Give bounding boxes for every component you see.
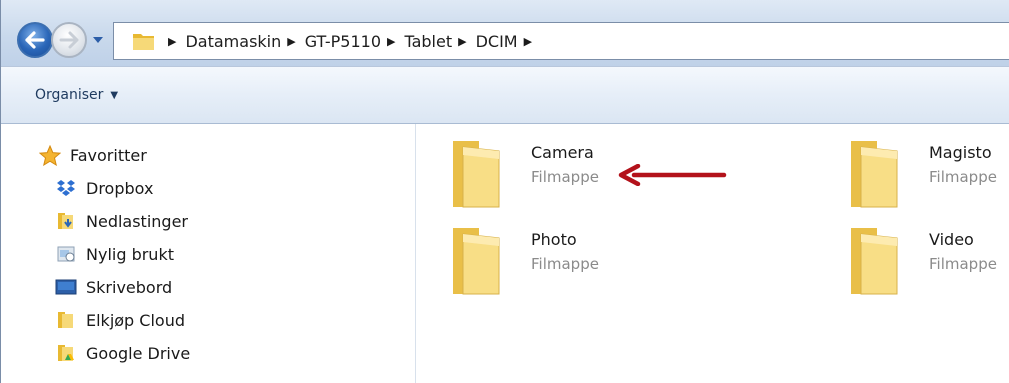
- breadcrumb-datamaskin[interactable]: Datamaskin: [185, 32, 281, 51]
- folder-icon: [55, 309, 77, 331]
- breadcrumb-separator-icon[interactable]: ▶: [458, 35, 466, 48]
- folder-icon: [851, 228, 898, 295]
- folder-name: Photo: [531, 230, 577, 249]
- folder-type: Filmappe: [531, 168, 599, 186]
- dropbox-icon: [55, 177, 77, 199]
- back-arrow-icon: [25, 31, 45, 49]
- nav-item-label: Nylig brukt: [86, 244, 174, 264]
- explorer-window: ▶ Datamaskin ▶ GT-P5110 ▶ Tablet ▶ DCIM …: [0, 0, 1009, 383]
- folder-icon: [453, 228, 500, 295]
- folder-tile-magisto[interactable]: Magisto Filmappe: [849, 137, 1009, 212]
- back-button[interactable]: [17, 22, 53, 58]
- breadcrumb-separator-icon[interactable]: ▶: [287, 35, 295, 48]
- organise-label: Organiser: [35, 87, 104, 103]
- breadcrumb-separator-icon[interactable]: ▶: [524, 35, 532, 48]
- folder-type: Filmappe: [929, 255, 997, 273]
- nav-item-dropbox[interactable]: Dropbox: [55, 177, 153, 199]
- folder-icon: [851, 141, 898, 208]
- nav-item-label: Nedlastinger: [86, 211, 188, 231]
- folder-tile-photo[interactable]: Photo Filmappe: [451, 224, 661, 299]
- breadcrumb-separator-icon[interactable]: ▶: [168, 35, 176, 48]
- nav-item-google-drive[interactable]: Google Drive: [55, 342, 190, 364]
- folder-name: Magisto: [929, 143, 992, 162]
- recent-pages-dropdown-icon[interactable]: [92, 36, 104, 44]
- folder-tile-video[interactable]: Video Filmappe: [849, 224, 1009, 299]
- navigation-pane: Favoritter Dropbox Nedlastinger Nylig br…: [1, 124, 416, 383]
- breadcrumb: ▶ Datamaskin ▶ GT-P5110 ▶ Tablet ▶ DCIM …: [162, 23, 541, 59]
- breadcrumb-gt-p5110[interactable]: GT-P5110: [305, 32, 381, 51]
- nav-item-label: Elkjøp Cloud: [86, 310, 185, 330]
- address-bar-area: ▶ Datamaskin ▶ GT-P5110 ▶ Tablet ▶ DCIM …: [1, 0, 1009, 66]
- nav-item-downloads[interactable]: Nedlastinger: [55, 210, 188, 232]
- nav-item-favorites[interactable]: Favoritter: [39, 144, 147, 166]
- nav-item-label: Skrivebord: [86, 277, 173, 297]
- folder-name: Camera: [531, 143, 594, 162]
- chevron-down-icon: ▼: [110, 89, 119, 101]
- star-icon: [39, 144, 61, 166]
- nav-item-label: Google Drive: [86, 343, 191, 363]
- forward-button[interactable]: [51, 22, 87, 58]
- folder-icon: [133, 34, 154, 50]
- breadcrumb-separator-icon[interactable]: ▶: [387, 35, 395, 48]
- folder-type: Filmappe: [929, 168, 997, 186]
- folder-name: Video: [929, 230, 974, 249]
- annotation-arrow-icon: [618, 164, 727, 186]
- downloads-folder-icon: [55, 210, 77, 232]
- google-drive-folder-icon: [55, 342, 77, 364]
- desktop-icon: [55, 276, 77, 298]
- command-toolbar: Organiser ▼: [1, 66, 1009, 124]
- address-box[interactable]: ▶ Datamaskin ▶ GT-P5110 ▶ Tablet ▶ DCIM …: [113, 22, 1009, 60]
- breadcrumb-dcim[interactable]: DCIM: [476, 32, 518, 51]
- folder-icon: [453, 141, 500, 208]
- nav-item-label: Dropbox: [86, 178, 154, 198]
- recent-places-icon: [55, 243, 77, 265]
- nav-item-desktop[interactable]: Skrivebord: [55, 276, 172, 298]
- folder-type: Filmappe: [531, 255, 599, 273]
- nav-item-label: Favoritter: [70, 145, 147, 165]
- content-pane: Camera Filmappe Magisto Filmappe Photo F…: [416, 124, 1009, 383]
- nav-item-recent[interactable]: Nylig brukt: [55, 243, 174, 265]
- organise-menu-button[interactable]: Organiser ▼: [35, 87, 118, 103]
- forward-arrow-icon: [59, 31, 79, 49]
- nav-item-elkjop-cloud[interactable]: Elkjøp Cloud: [55, 309, 185, 331]
- breadcrumb-tablet[interactable]: Tablet: [404, 32, 452, 51]
